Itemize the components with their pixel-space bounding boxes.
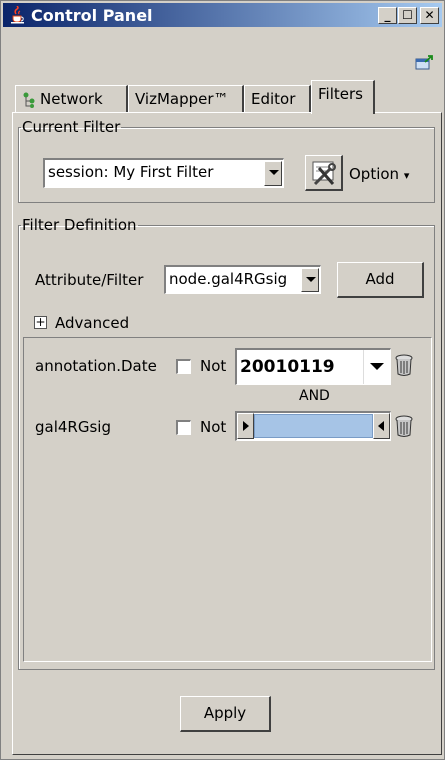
advanced-label[interactable]: Advanced	[55, 314, 129, 332]
row-attribute-name: gal4RGsig	[35, 418, 111, 436]
current-filter-select[interactable]: session: My First Filter	[43, 158, 284, 188]
trash-icon[interactable]	[393, 353, 415, 377]
chevron-down-icon[interactable]	[301, 268, 319, 292]
slider-range-fill	[254, 414, 373, 438]
apply-button[interactable]: Apply	[180, 696, 271, 732]
range-slider[interactable]	[235, 411, 391, 441]
title-bar[interactable]: Control Panel _ ☐ ✕	[3, 3, 442, 27]
undock-icon[interactable]	[415, 54, 435, 70]
tab-filters[interactable]: Filters	[311, 80, 375, 114]
and-connector: AND	[299, 388, 330, 404]
trash-icon[interactable]	[393, 414, 415, 438]
attribute-filter-label: Attribute/Filter	[35, 271, 144, 289]
date-value: 20010119	[240, 357, 335, 377]
window-title: Control Panel	[31, 6, 153, 25]
tab-filters-label: Filters	[318, 85, 363, 103]
minimize-button[interactable]: _	[378, 7, 397, 24]
chevron-down-icon[interactable]	[264, 161, 282, 186]
chevron-down-icon[interactable]	[363, 350, 390, 384]
tab-vizmapper[interactable]: VizMapper™	[128, 85, 244, 112]
tab-vizmapper-label: VizMapper™	[135, 90, 229, 108]
slider-low-thumb[interactable]	[237, 413, 254, 439]
arrow-right-icon	[243, 421, 249, 431]
attribute-value: node.gal4RGsig	[169, 270, 288, 288]
not-label: Not	[200, 357, 227, 375]
filter-rows-panel	[23, 337, 432, 662]
maximize-button[interactable]: ☐	[398, 7, 417, 24]
not-label: Not	[200, 418, 227, 436]
attribute-select[interactable]: node.gal4RGsig	[164, 265, 321, 294]
close-button[interactable]: ✕	[420, 7, 439, 24]
advanced-expand-toggle[interactable]: +	[34, 316, 47, 329]
filter-settings-button[interactable]	[305, 155, 343, 191]
slider-high-thumb[interactable]	[373, 413, 390, 439]
wrench-screwdriver-icon	[312, 161, 336, 186]
tab-network-label: Network	[40, 90, 103, 108]
not-checkbox[interactable]	[176, 359, 191, 374]
tab-network[interactable]: Network	[15, 85, 128, 112]
add-button[interactable]: Add	[337, 262, 424, 298]
tab-editor[interactable]: Editor	[244, 85, 311, 112]
not-checkbox[interactable]	[176, 420, 191, 435]
option-label: Option	[349, 165, 400, 183]
tab-editor-label: Editor	[251, 90, 296, 108]
option-menu[interactable]: Option ▾	[349, 165, 409, 183]
filter-definition-legend: Filter Definition	[22, 216, 137, 234]
current-filter-value: session: My First Filter	[48, 163, 214, 181]
date-value-select[interactable]: 20010119	[235, 348, 391, 385]
java-cup-icon	[11, 6, 24, 24]
arrow-left-icon	[378, 421, 384, 431]
control-panel-window: Control Panel _ ☐ ✕ Network VizMapper™ E…	[0, 0, 445, 760]
current-filter-legend: Current Filter	[22, 118, 121, 136]
caret-down-icon: ▾	[403, 169, 410, 182]
row-attribute-name: annotation.Date	[35, 357, 157, 375]
network-tree-icon	[23, 92, 35, 108]
